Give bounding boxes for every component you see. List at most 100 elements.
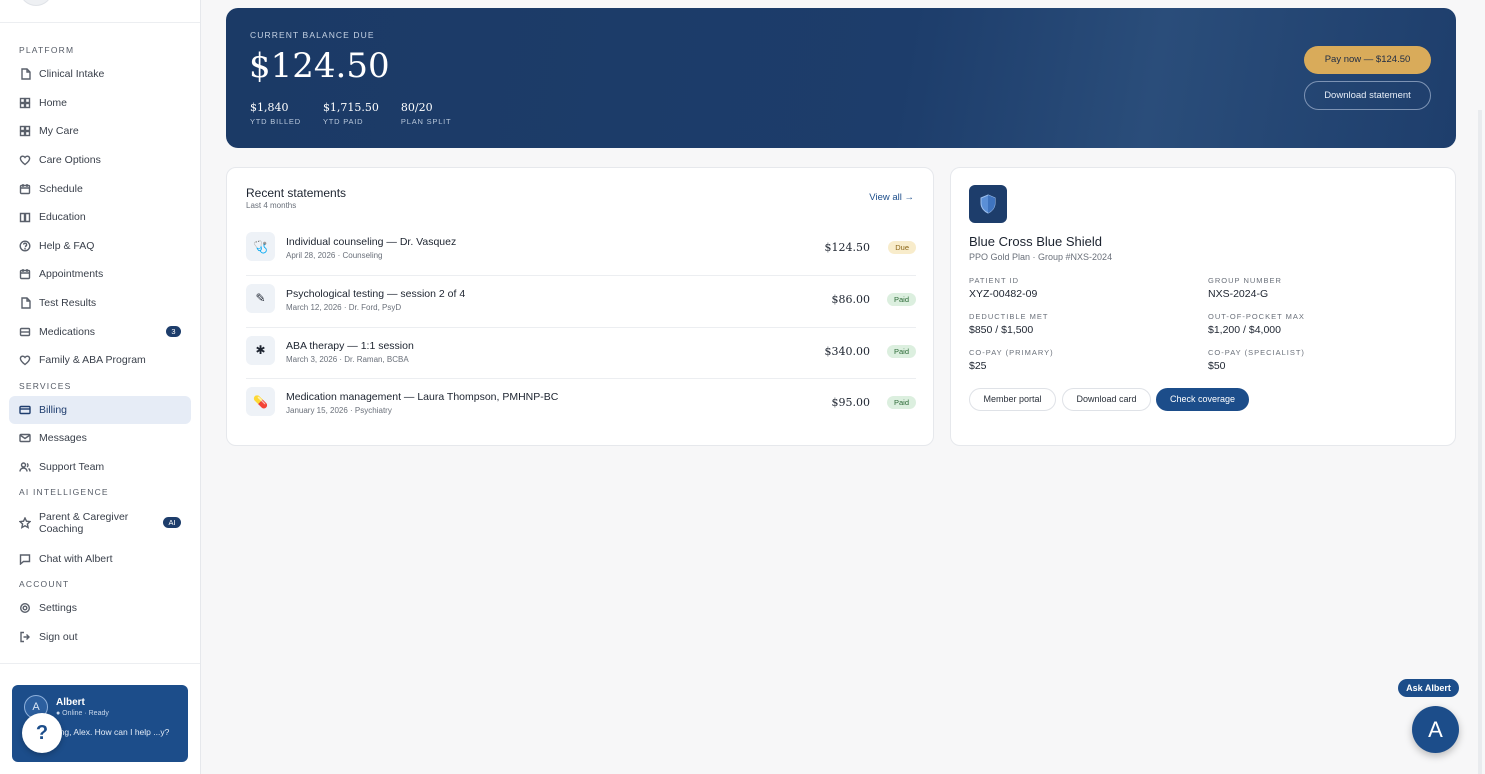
statement-name: Individual counseling — Dr. Vasquez (286, 236, 457, 248)
stat-value: $1,840 (250, 101, 289, 114)
field-value: $850 / $1,500 (969, 324, 1034, 336)
sidebar-item-label: Clinical Intake (39, 68, 105, 81)
field-key: GROUP NUMBER (1208, 276, 1282, 285)
ask-albert-label[interactable]: Ask Albert (1398, 679, 1459, 697)
sidebar-item-sign-out[interactable]: Sign out (0, 623, 200, 652)
field-key: PATIENT ID (969, 276, 1020, 285)
sidebar-item-billing[interactable]: Billing (9, 395, 191, 425)
sidebar-item-appointments[interactable]: Appointments (0, 260, 200, 289)
statement-row[interactable]: ✎ Psychological testing — session 2 of 4 M… (246, 276, 916, 328)
field-copay-specialist: CO-PAY (SPECIALIST) $50 (1208, 348, 1305, 372)
balance-hero: CURRENT BALANCE DUE $124.50 $1,840 YTD B… (226, 8, 1456, 148)
download-card-button[interactable]: Download card (1062, 388, 1151, 411)
statement-meta: April 28, 2026 · Counseling (286, 251, 383, 260)
sidebar-header (0, 0, 200, 23)
view-all-link[interactable]: View all → (869, 192, 914, 203)
status-badge: Paid (886, 396, 916, 410)
field-value: $50 (1208, 360, 1226, 372)
puzzle-icon: ✱ (246, 335, 275, 365)
statement-amount: $86.00 (831, 292, 871, 306)
statement-amount: $95.00 (831, 396, 871, 410)
statement-row[interactable]: ✱ ABA therapy — 1:1 session March 3, 2026 … (246, 328, 916, 380)
statement-row[interactable]: 💊 Medication management — Laura Thompson,… (246, 379, 916, 431)
scrollbar[interactable] (1478, 110, 1482, 774)
download-statement-button[interactable]: Download statement (1304, 81, 1431, 110)
sidebar-item-family-aba-program[interactable]: Family & ABA Program (0, 346, 200, 375)
app-logo[interactable] (20, 0, 52, 6)
field-key: OUT-OF-POCKET MAX (1208, 312, 1305, 321)
sidebar-item-label: Chat with Albert (39, 552, 113, 565)
statement-meta: January 15, 2026 · Psychiatry (286, 406, 392, 416)
insurance-plan: PPO Gold Plan · Group #NXS-2024 (969, 252, 1113, 262)
calendar-icon (19, 268, 31, 280)
sidebar-item-medications[interactable]: Medications 3 (0, 317, 200, 346)
sidebar-item-parent-caregiver-coaching[interactable]: Parent & Caregiver Coaching AI (0, 502, 200, 544)
sidebar-item-label: Home (39, 96, 68, 109)
balance-amount: $124.50 (249, 46, 390, 86)
statements-list: 🩺 Individual counseling — Dr. Vasquez Apri… (246, 224, 916, 431)
stat-ytd-billed: $1,840 YTD BILLED (250, 101, 301, 126)
sidebar-item-help-faq[interactable]: Help & FAQ (0, 232, 200, 261)
statements-subtitle: Last 4 months (246, 201, 297, 210)
pencil-icon: ✎ (246, 283, 275, 313)
sidebar-item-chat-with-albert[interactable]: Chat with Albert (0, 544, 200, 573)
sidebar-item-care-options[interactable]: Care Options (0, 146, 200, 175)
sidebar-item-label: Test Results (39, 297, 97, 310)
sidebar-item-label: Billing (39, 403, 68, 416)
sidebar-item-label: Medications (39, 325, 96, 338)
services-nav: Billing Messages Support Team (0, 395, 200, 482)
ai-badge: AI (163, 517, 181, 529)
pill-icon: 💊 (246, 387, 275, 417)
sidebar-item-label: Appointments (39, 268, 104, 281)
field-value: $25 (969, 360, 987, 372)
field-key: DEDUCTIBLE MET (969, 312, 1049, 321)
balance-label: CURRENT BALANCE DUE (250, 30, 375, 40)
sidebar-item-settings[interactable]: Settings (0, 594, 200, 623)
heart-icon (19, 354, 31, 366)
sidebar-item-home[interactable]: Home (0, 89, 200, 118)
status-badge: Due (888, 241, 916, 254)
sidebar-item-education[interactable]: Education (0, 203, 200, 232)
sidebar-item-label: Schedule (39, 182, 83, 195)
help-icon (19, 240, 31, 252)
section-account: ACCOUNT (19, 578, 70, 589)
field-key: CO-PAY (SPECIALIST) (1208, 348, 1305, 357)
sidebar-item-my-care[interactable]: My Care (0, 117, 200, 146)
sidebar: PLATFORM Clinical Intake Home My Care Care … (0, 0, 201, 774)
statement-row[interactable]: 🩺 Individual counseling — Dr. Vasquez Apri… (246, 224, 916, 276)
ask-albert-button[interactable]: A (1412, 706, 1459, 753)
sidebar-item-clinical-intake[interactable]: Clinical Intake (0, 60, 200, 89)
sidebar-item-label: Support Team (39, 461, 105, 474)
stat-label: YTD BILLED (250, 117, 301, 126)
sidebar-item-label: Parent & Caregiver Coaching (39, 510, 129, 536)
field-copay-primary: CO-PAY (PRIMARY) $25 (969, 348, 1054, 372)
pay-now-button[interactable]: Pay now — $124.50 (1304, 46, 1431, 74)
insurance-card: Blue Cross Blue Shield PPO Gold Plan · G… (950, 167, 1456, 446)
heart-icon (19, 154, 31, 166)
sidebar-item-messages[interactable]: Messages (0, 424, 200, 453)
check-coverage-button[interactable]: Check coverage (1156, 388, 1249, 411)
sidebar-item-label: Education (39, 211, 86, 224)
stat-plan-split: 80/20 PLAN SPLIT (401, 101, 452, 126)
sidebar-item-schedule[interactable]: Schedule (0, 174, 200, 203)
sidebar-item-test-results[interactable]: Test Results (0, 289, 200, 318)
book-icon (19, 211, 31, 223)
mail-icon (19, 432, 31, 444)
card-icon (19, 404, 31, 416)
help-button[interactable]: ? (22, 713, 62, 753)
statement-name: ABA therapy — 1:1 session (286, 339, 414, 352)
sidebar-item-support-team[interactable]: Support Team (0, 453, 200, 482)
status-badge: Paid (886, 292, 916, 306)
shield-icon (969, 185, 1007, 223)
member-portal-button[interactable]: Member portal (969, 388, 1056, 411)
platform-nav: Clinical Intake Home My Care Care Options Sc… (0, 60, 200, 375)
sidebar-item-label: Care Options (39, 154, 101, 167)
sidebar-item-label: Settings (39, 602, 77, 615)
star-icon (19, 517, 31, 530)
grid-icon (19, 125, 31, 137)
stat-label: YTD PAID (322, 117, 364, 126)
chat-icon (19, 553, 31, 565)
statement-meta: March 12, 2026 · Dr. Ford, PsyD (286, 302, 402, 312)
document-icon (19, 297, 31, 309)
calendar-icon (19, 183, 31, 195)
